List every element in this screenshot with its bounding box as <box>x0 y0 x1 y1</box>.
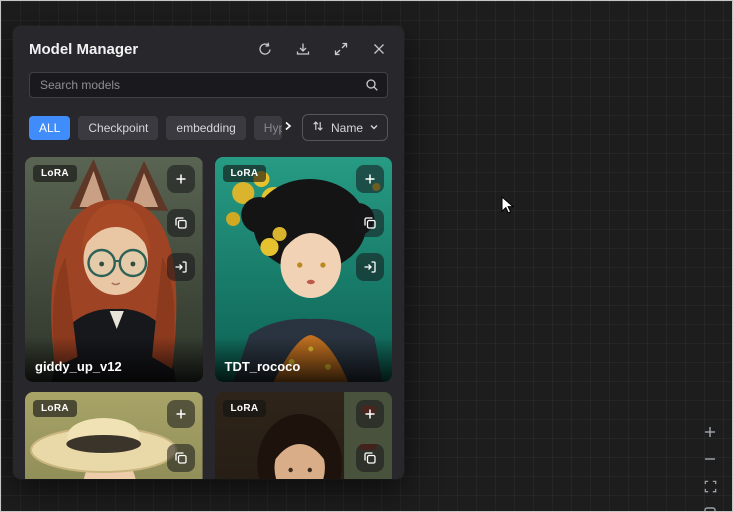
search-bar <box>29 72 388 98</box>
sort-label: Name <box>331 121 363 135</box>
model-card[interactable]: LoRA TDT_rococo <box>215 157 393 382</box>
download-icon[interactable] <box>294 40 312 58</box>
model-type-badge: LoRA <box>223 165 267 182</box>
search-input[interactable] <box>29 72 388 98</box>
copy-icon[interactable] <box>167 444 195 472</box>
model-type-badge: LoRA <box>33 165 77 182</box>
sort-icon <box>311 119 325 136</box>
zoom-out-icon[interactable] <box>700 449 720 469</box>
model-manager-panel: Model Manager <box>13 26 404 479</box>
model-type-badge: LoRA <box>223 400 267 417</box>
card-action-group <box>167 400 195 479</box>
chevron-down-icon <box>369 121 379 135</box>
minimap-toggle-icon[interactable] <box>700 503 720 512</box>
panel-title: Model Manager <box>29 41 256 58</box>
add-model-icon[interactable] <box>167 165 195 193</box>
filter-tab-checkpoint[interactable]: Checkpoint <box>78 116 158 140</box>
model-name: giddy_up_v12 <box>25 337 203 382</box>
card-action-group <box>356 165 384 281</box>
add-model-icon[interactable] <box>356 400 384 428</box>
chevron-right-icon[interactable] <box>282 119 294 137</box>
model-card-grid[interactable]: LoRA giddy_up_v12 <box>25 157 392 479</box>
app-window: Model Manager <box>0 0 733 512</box>
model-card[interactable]: LoRA <box>25 392 203 479</box>
expand-icon[interactable] <box>332 40 350 58</box>
copy-icon[interactable] <box>167 209 195 237</box>
card-action-group <box>167 165 195 281</box>
model-type-badge: LoRA <box>33 400 77 417</box>
filter-tab-embedding[interactable]: embedding <box>166 116 245 140</box>
model-name: TDT_rococo <box>215 337 393 382</box>
zoom-in-icon[interactable] <box>700 422 720 442</box>
search-icon <box>364 77 380 98</box>
sort-dropdown[interactable]: Name <box>302 114 388 141</box>
filter-row: ALL Checkpoint embedding Hype Name <box>29 114 388 141</box>
copy-icon[interactable] <box>356 444 384 472</box>
filter-tab-all[interactable]: ALL <box>29 116 70 140</box>
copy-icon[interactable] <box>356 209 384 237</box>
close-icon[interactable] <box>370 40 388 58</box>
fit-view-icon[interactable] <box>700 476 720 496</box>
panel-header: Model Manager <box>13 26 404 68</box>
card-action-group <box>356 400 384 479</box>
refresh-icon[interactable] <box>256 40 274 58</box>
import-icon[interactable] <box>167 253 195 281</box>
model-card[interactable]: LoRA <box>215 392 393 479</box>
header-icon-group <box>256 40 388 58</box>
filter-tab-hypernetwork[interactable]: Hype <box>254 116 282 140</box>
canvas-zoom-toolbar <box>700 422 720 509</box>
add-model-icon[interactable] <box>167 400 195 428</box>
add-model-icon[interactable] <box>356 165 384 193</box>
import-icon[interactable] <box>356 253 384 281</box>
model-card[interactable]: LoRA giddy_up_v12 <box>25 157 203 382</box>
